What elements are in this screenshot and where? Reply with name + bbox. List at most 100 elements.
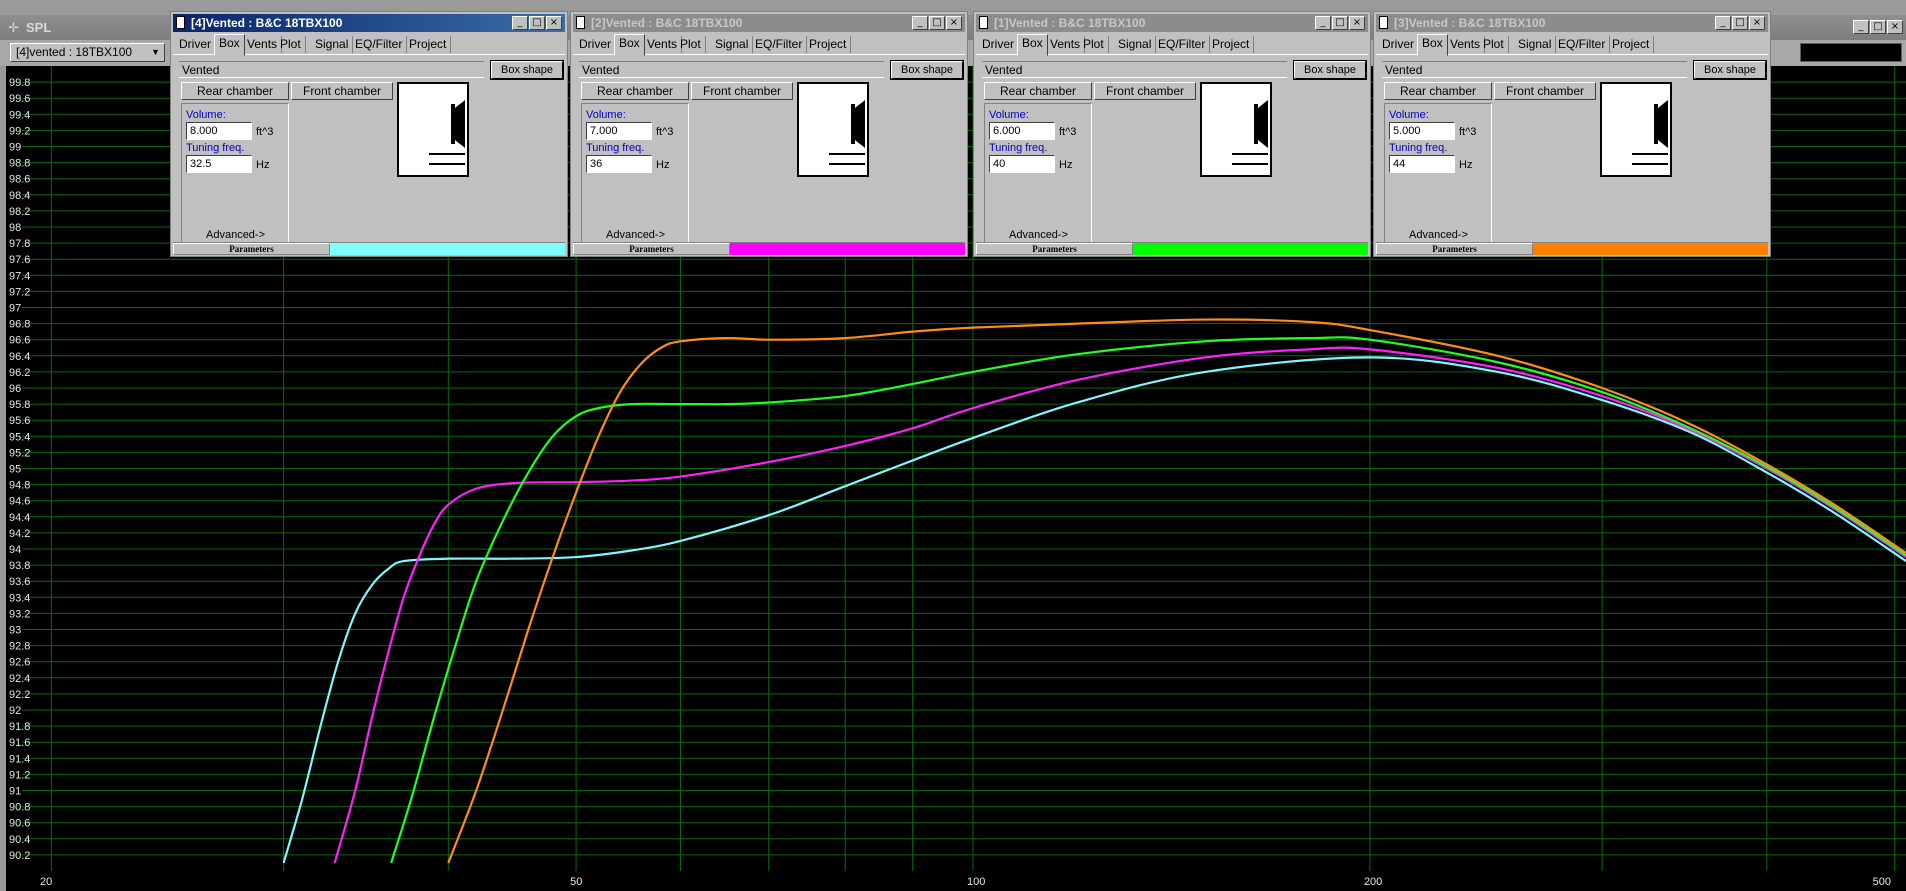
tab-plot[interactable]: Plot: [276, 36, 306, 53]
tab-signal[interactable]: Signal: [1514, 36, 1557, 53]
y-tick-label: 99.4: [9, 109, 30, 121]
tuning-freq-input[interactable]: 36: [586, 155, 652, 173]
minimize-icon[interactable]: _: [1315, 16, 1331, 30]
tab-driver[interactable]: Driver: [175, 36, 216, 53]
maximize-icon[interactable]: □: [929, 16, 945, 30]
tab-project[interactable]: Project: [1208, 36, 1255, 53]
box-window-caption-buttons: _ □ ×: [1715, 16, 1765, 30]
advanced-link[interactable]: Advanced->: [606, 229, 665, 241]
close-icon[interactable]: ×: [946, 16, 962, 30]
tab-driver[interactable]: Driver: [575, 36, 616, 53]
speaker-box-icon: [1632, 100, 1668, 165]
rear-chamber-button[interactable]: Rear chamber: [1384, 82, 1492, 100]
advanced-link[interactable]: Advanced->: [206, 229, 265, 241]
tab-box[interactable]: Box: [1017, 34, 1048, 56]
tab-eqfilter[interactable]: EQ/Filter: [751, 36, 808, 53]
tab-driver[interactable]: Driver: [978, 36, 1019, 53]
advanced-link[interactable]: Advanced->: [1009, 229, 1068, 241]
box-type-field[interactable]: Vented: [579, 61, 884, 78]
minimize-icon[interactable]: _: [1715, 16, 1731, 30]
box-type-field[interactable]: Vented: [982, 61, 1287, 78]
tab-box[interactable]: Box: [214, 34, 245, 56]
tab-box[interactable]: Box: [614, 34, 645, 56]
x-tick-label: 200: [1364, 876, 1382, 888]
rear-chamber-button[interactable]: Rear chamber: [984, 82, 1092, 100]
volume-input[interactable]: 7.000: [586, 122, 652, 140]
box-window-caption-buttons: _ □ ×: [912, 16, 962, 30]
box-window-tabs: Driver Box Vents Plot Signal EQ/Filter Project: [573, 34, 965, 56]
spl-curve-3: [447, 318, 1906, 864]
box-shape-button[interactable]: Box shape: [490, 60, 564, 80]
box-shape-button[interactable]: Box shape: [1693, 60, 1767, 80]
window-icon: [979, 16, 988, 29]
tab-eqfilter[interactable]: EQ/Filter: [351, 36, 408, 53]
tab-eqfilter[interactable]: EQ/Filter: [1554, 36, 1611, 53]
spl-curve-2: [390, 336, 1906, 864]
front-chamber-button[interactable]: Front chamber: [291, 82, 393, 100]
parameters-label: Parameters: [173, 243, 330, 255]
box-shape-button[interactable]: Box shape: [1293, 60, 1367, 80]
tab-box[interactable]: Box: [1417, 34, 1448, 56]
close-icon[interactable]: ×: [1349, 16, 1365, 30]
minimize-icon[interactable]: _: [1853, 20, 1869, 34]
y-tick-label: 99.2: [9, 125, 30, 137]
tab-signal[interactable]: Signal: [311, 36, 354, 53]
box-diagram: [1200, 82, 1272, 177]
box-window-titlebar[interactable]: [1]Vented : B&C 18TBX100 _ □ ×: [976, 14, 1368, 32]
tab-signal[interactable]: Signal: [1114, 36, 1157, 53]
tuning-freq-input[interactable]: 40: [989, 155, 1055, 173]
tuning-freq-input[interactable]: 32.5: [186, 155, 252, 173]
y-tick-label: 98.6: [9, 174, 30, 186]
box-window-statusbar: Parameters: [573, 242, 965, 255]
driver-select[interactable]: [4]vented : 18TBX100 ▼: [10, 43, 165, 62]
maximize-icon[interactable]: □: [1732, 16, 1748, 30]
tuning-freq-label: Tuning freq.: [1389, 142, 1448, 154]
box-window-titlebar[interactable]: [4]Vented : B&C 18TBX100 _ □ ×: [173, 14, 565, 32]
tab-plot[interactable]: Plot: [676, 36, 706, 53]
advanced-link[interactable]: Advanced->: [1409, 229, 1468, 241]
front-chamber-button[interactable]: Front chamber: [1094, 82, 1196, 100]
rear-chamber-group: Volume: 7.000 ft^3 Tuning freq. 36 Hz Ad…: [581, 103, 689, 243]
close-icon[interactable]: ×: [546, 16, 562, 30]
tab-driver[interactable]: Driver: [1378, 36, 1419, 53]
volume-input[interactable]: 5.000: [1389, 122, 1455, 140]
tuning-freq-label: Tuning freq.: [586, 142, 645, 154]
maximize-icon[interactable]: □: [1332, 16, 1348, 30]
tab-plot[interactable]: Plot: [1479, 36, 1509, 53]
y-tick-label: 96.2: [9, 367, 30, 379]
tab-signal[interactable]: Signal: [711, 36, 754, 53]
volume-unit: ft^3: [1059, 126, 1077, 138]
minimize-icon[interactable]: _: [512, 16, 528, 30]
minimize-icon[interactable]: _: [912, 16, 928, 30]
tab-eqfilter[interactable]: EQ/Filter: [1154, 36, 1211, 53]
rear-chamber-button[interactable]: Rear chamber: [581, 82, 689, 100]
series-color-swatch: [730, 243, 965, 255]
toolbar-field[interactable]: [1800, 43, 1902, 62]
y-tick-label: 95.2: [9, 447, 30, 459]
box-window-tabs: Driver Box Vents Plot Signal EQ/Filter Project: [1376, 34, 1768, 56]
volume-unit: ft^3: [656, 126, 674, 138]
box-type-field[interactable]: Vented: [1382, 61, 1687, 78]
tab-plot[interactable]: Plot: [1079, 36, 1109, 53]
box-type-field[interactable]: Vented: [179, 61, 484, 78]
close-icon[interactable]: ×: [1749, 16, 1765, 30]
tab-project[interactable]: Project: [805, 36, 852, 53]
volume-input[interactable]: 8.000: [186, 122, 252, 140]
tab-project[interactable]: Project: [405, 36, 452, 53]
dropdown-arrow-icon[interactable]: ▼: [151, 44, 160, 61]
maximize-icon[interactable]: □: [1870, 20, 1886, 34]
close-icon[interactable]: ×: [1887, 20, 1903, 34]
front-chamber-button[interactable]: Front chamber: [1494, 82, 1596, 100]
y-tick-label: 93: [9, 625, 21, 637]
front-chamber-button[interactable]: Front chamber: [691, 82, 793, 100]
tuning-freq-input[interactable]: 44: [1389, 155, 1455, 173]
box-shape-button[interactable]: Box shape: [890, 60, 964, 80]
maximize-icon[interactable]: □: [529, 16, 545, 30]
box-window-statusbar: Parameters: [173, 242, 565, 255]
volume-input[interactable]: 6.000: [989, 122, 1055, 140]
y-tick-label: 98.2: [9, 206, 30, 218]
box-window-titlebar[interactable]: [3]Vented : B&C 18TBX100 _ □ ×: [1376, 14, 1768, 32]
tab-project[interactable]: Project: [1608, 36, 1655, 53]
rear-chamber-button[interactable]: Rear chamber: [181, 82, 289, 100]
box-window-titlebar[interactable]: [2]Vented : B&C 18TBX100 _ □ ×: [573, 14, 965, 32]
